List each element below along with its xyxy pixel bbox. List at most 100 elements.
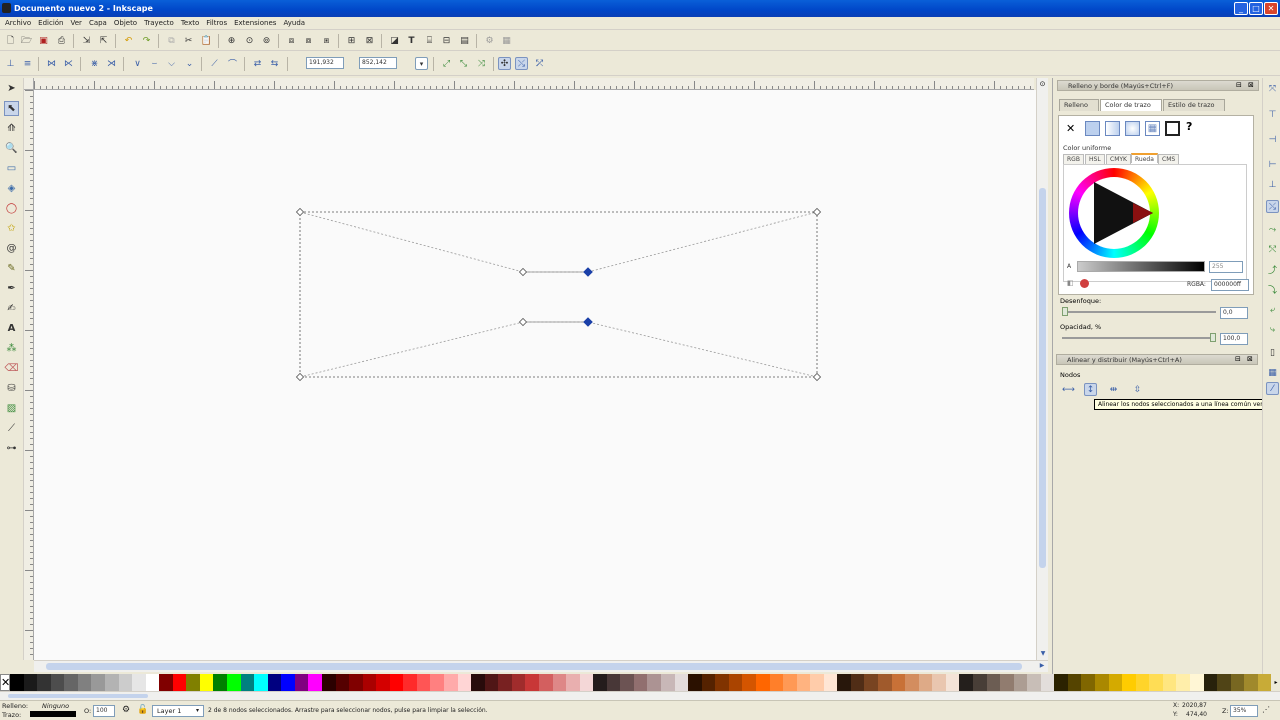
palette-swatch[interactable] xyxy=(1203,674,1218,691)
palette-swatch[interactable] xyxy=(891,674,906,691)
palette-swatch[interactable] xyxy=(959,674,973,691)
palette-swatch[interactable] xyxy=(511,674,526,691)
pen-tool-icon[interactable]: ✒ xyxy=(4,281,19,296)
align-dialog-header[interactable]: Alinear y distribuir (Mayús+Ctrl+A) xyxy=(1056,354,1258,365)
layer-visibility-icon[interactable]: ⚙ xyxy=(122,705,134,717)
path-node[interactable] xyxy=(812,207,822,217)
snap-bbox-corners-icon[interactable]: ⊢ xyxy=(1266,158,1279,171)
menu-extensiones[interactable]: Extensiones xyxy=(232,17,281,29)
align-nodes-horizontal-icon[interactable]: ⟷ xyxy=(1062,383,1075,396)
palette-swatch[interactable] xyxy=(213,674,227,691)
snap-toggle-icon[interactable]: ✣ xyxy=(498,57,511,70)
blur-slider[interactable] xyxy=(1062,311,1216,313)
tab-color-de-trazo[interactable]: Color de trazo xyxy=(1100,99,1162,111)
menu-filtros[interactable]: Filtros xyxy=(204,17,232,29)
palette-swatch[interactable] xyxy=(254,674,268,691)
palette-swatch[interactable] xyxy=(796,674,811,691)
paint-bucket-tool-icon[interactable]: ⛁ xyxy=(4,381,19,396)
palette-swatch[interactable] xyxy=(837,674,851,691)
blur-input[interactable]: 0,0 xyxy=(1220,307,1248,319)
palette-swatch[interactable] xyxy=(1013,674,1028,691)
unlink-clone-icon[interactable]: ⧆ xyxy=(320,34,333,47)
node-tool-icon[interactable]: ⬉ xyxy=(4,101,19,116)
palette-swatch[interactable] xyxy=(620,674,634,691)
palette-swatch[interactable] xyxy=(37,674,51,691)
selected-node[interactable] xyxy=(583,317,593,327)
palette-swatch[interactable] xyxy=(1162,674,1177,691)
menu-objeto[interactable]: Objeto xyxy=(112,17,142,29)
snap-grid-icon[interactable]: ▦ xyxy=(1266,366,1279,379)
palette-swatch[interactable] xyxy=(1135,674,1150,691)
print-icon[interactable]: ⎙ xyxy=(55,34,68,47)
y-coordinate-input[interactable]: 852,142 xyxy=(359,57,397,69)
palette-swatch[interactable] xyxy=(457,674,472,691)
connector-tool-icon[interactable]: ⊶ xyxy=(4,441,19,456)
align-nodes-vertical-icon[interactable]: ↕ xyxy=(1084,383,1097,396)
star-tool-icon[interactable]: ✩ xyxy=(4,221,19,236)
close-button[interactable]: ✕ xyxy=(1264,2,1278,15)
opacity-slider-handle[interactable] xyxy=(1210,333,1216,342)
group-icon[interactable]: ⊞ xyxy=(345,34,358,47)
swatch-icon[interactable] xyxy=(1165,121,1180,136)
zoom-fit-icon[interactable]: ⊙ xyxy=(1038,80,1047,89)
tweak-tool-icon[interactable]: ⟰ xyxy=(4,121,19,136)
palette-swatch[interactable] xyxy=(77,674,92,691)
palette-swatch[interactable] xyxy=(701,674,716,691)
palette-swatch[interactable] xyxy=(281,674,295,691)
save-icon[interactable]: ▣ xyxy=(37,34,50,47)
palette-swatch[interactable] xyxy=(783,674,797,691)
menu-ayuda[interactable]: Ayuda xyxy=(281,17,310,29)
subtab-rgb[interactable]: RGB xyxy=(1063,154,1084,164)
selector-tool-icon[interactable]: ➤ xyxy=(4,81,19,96)
alpha-slider[interactable] xyxy=(1077,261,1205,272)
align-dialog-iconify-icon[interactable]: ⊟ xyxy=(1235,355,1241,363)
layer-lock-icon[interactable]: 🔓 xyxy=(137,705,149,717)
new-document-icon[interactable]: 🗋 xyxy=(4,34,17,47)
snap-smooth-nodes-icon[interactable]: ⤵ xyxy=(1266,283,1279,296)
vertical-scroll-thumb[interactable] xyxy=(1039,188,1046,568)
palette-swatch[interactable] xyxy=(498,674,512,691)
palette-swatch[interactable] xyxy=(23,674,38,691)
palette-swatch[interactable] xyxy=(566,674,580,691)
palette-swatch[interactable] xyxy=(823,674,838,691)
document-properties-icon[interactable]: ▦ xyxy=(500,34,513,47)
make-curve-icon[interactable]: ⌒ xyxy=(226,57,239,70)
palette-swatch[interactable] xyxy=(1000,674,1014,691)
palette-swatch[interactable] xyxy=(688,674,702,691)
import-icon[interactable]: ⇲ xyxy=(80,34,93,47)
rgba-input[interactable]: 000000ff xyxy=(1211,279,1249,291)
object-to-path-icon[interactable]: ⇄ xyxy=(251,57,264,70)
pencil-tool-icon[interactable]: ✎ xyxy=(4,261,19,276)
copy-icon[interactable]: ⧉ xyxy=(165,34,178,47)
snap-paths-icon[interactable]: ⤱ xyxy=(533,57,546,70)
palette-swatch[interactable] xyxy=(267,674,282,691)
palette-scroll-thumb[interactable] xyxy=(8,694,148,698)
objects-icon[interactable]: ▤ xyxy=(458,34,471,47)
palette-swatch[interactable] xyxy=(769,674,784,691)
palette-swatch[interactable] xyxy=(430,674,444,691)
stroke-color-swatch[interactable] xyxy=(30,711,76,717)
3d-box-tool-icon[interactable]: ◈ xyxy=(4,181,19,196)
eraser-tool-icon[interactable]: ⌫ xyxy=(4,361,19,376)
tab-relleno[interactable]: Relleno xyxy=(1059,99,1099,111)
delete-segment-icon[interactable]: ⋊ xyxy=(105,57,118,70)
path-node[interactable] xyxy=(518,317,528,327)
insert-node-icon[interactable]: ⊥ xyxy=(4,57,17,70)
path-node[interactable] xyxy=(295,372,305,382)
palette-swatch[interactable] xyxy=(294,674,309,691)
path-node[interactable] xyxy=(812,372,822,382)
opacity-input[interactable]: 100,0 xyxy=(1220,333,1248,345)
zoom-input[interactable]: 35% xyxy=(1230,705,1258,717)
duplicate-icon[interactable]: ⧈ xyxy=(285,34,298,47)
flat-color-icon[interactable] xyxy=(1085,121,1100,136)
fill-stroke-dialog-header[interactable]: Relleno y borde (Mayús+Ctrl+F) xyxy=(1057,80,1259,91)
radial-gradient-icon[interactable] xyxy=(1125,121,1140,136)
horizontal-scrollbar[interactable]: ▶ xyxy=(34,660,1048,672)
palette-swatch[interactable] xyxy=(945,674,960,691)
cusp-node-icon[interactable]: ∨ xyxy=(131,57,144,70)
align-distribute-icon[interactable]: ⊟ xyxy=(440,34,453,47)
palette-swatch[interactable] xyxy=(755,674,770,691)
palette-swatch[interactable] xyxy=(118,674,133,691)
ellipse-tool-icon[interactable]: ◯ xyxy=(4,201,19,216)
palette-swatch[interactable] xyxy=(878,674,892,691)
